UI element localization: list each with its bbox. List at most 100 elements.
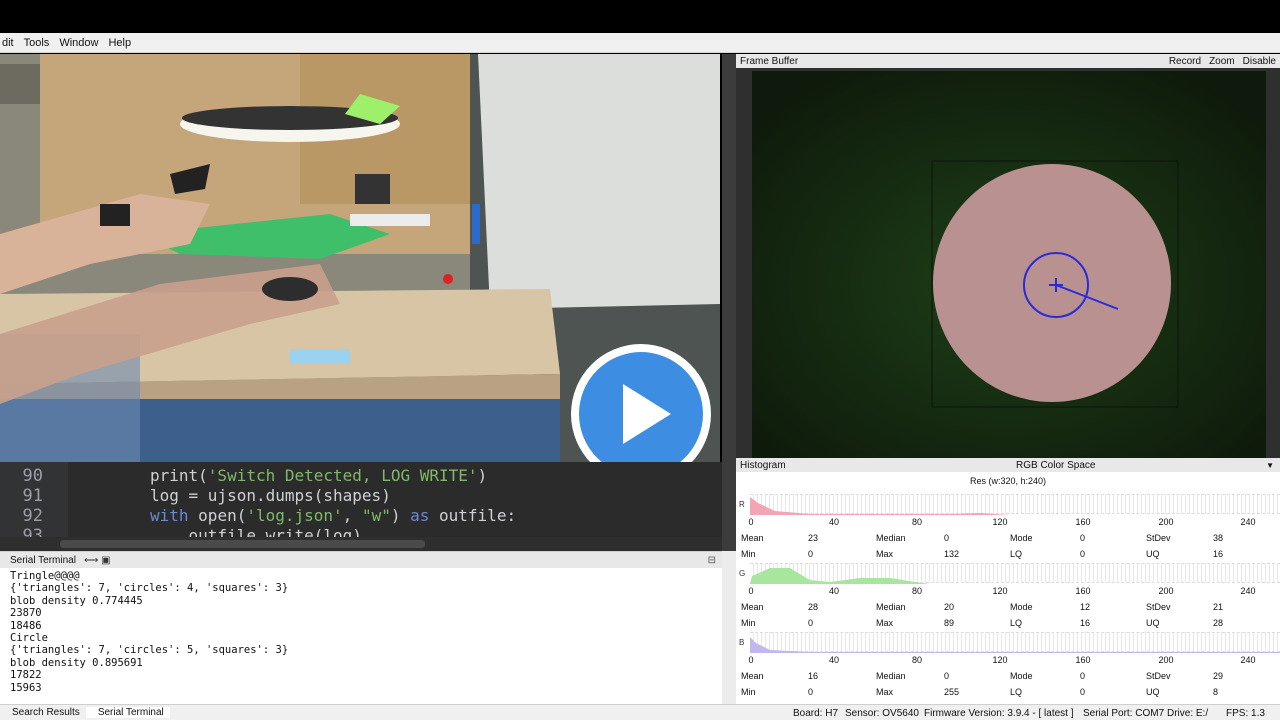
serial-terminal-header: Serial Terminal ⟷ ▣ ⊟: [0, 551, 722, 568]
stat-label-mean: Mean: [741, 533, 764, 543]
terminal-line: {'triangles': 7, 'circles': 4, 'squares'…: [10, 582, 289, 595]
stat-value-min: 0: [808, 687, 814, 697]
serial-terminal-output[interactable]: Tringle@@@@ {'triangles': 7, 'circles': 4…: [0, 568, 722, 704]
code-line: 90 print('Switch Detected, LOG WRITE'): [0, 466, 720, 486]
histogram-fill: [750, 497, 1010, 515]
stat-label-max: Max: [876, 549, 894, 559]
color-space-select[interactable]: RGB Color Space: [1016, 460, 1095, 471]
stat-value-median: 20: [944, 602, 955, 612]
histogram-stats-row: Mean 28 Median 20 Mode 12 StDev 21: [736, 602, 1280, 614]
record-button[interactable]: Record: [1165, 56, 1205, 67]
firmware-status[interactable]: Firmware Version: 3.9.4 - [ latest ]: [924, 705, 1074, 720]
tick-label: 240: [1240, 655, 1256, 665]
tick-label: 120: [992, 655, 1008, 665]
histogram-header: Histogram RGB Color Space ▼: [736, 458, 1280, 472]
histogram-stats-row: Mean 16 Median 0 Mode 0 StDev 29: [736, 671, 1280, 683]
tick-label: 200: [1158, 586, 1174, 596]
tab-search-results[interactable]: Search Results: [0, 707, 86, 718]
stat-value-lq: 0: [1080, 687, 1086, 697]
stat-value-mode: 0: [1080, 533, 1086, 543]
stat-value-max: 255: [944, 687, 960, 697]
tick-label: 160: [1075, 586, 1091, 596]
frame-buffer-view: [736, 68, 1280, 458]
histogram-curve: [750, 637, 1280, 653]
code-token: outfile:: [439, 506, 517, 525]
disable-button[interactable]: Disable: [1239, 56, 1280, 67]
stat-value-max: 132: [944, 549, 960, 559]
code-token: "w": [361, 506, 391, 525]
line-number: 91: [22, 486, 43, 506]
code-line: 92 with open('log.json', "w") as outfile:: [0, 506, 720, 526]
menu-window[interactable]: Window: [57, 37, 104, 49]
stat-label-min: Min: [741, 549, 756, 559]
stat-label-stdev: StDev: [1146, 533, 1171, 543]
code-token: 'log.json': [246, 506, 343, 525]
histogram-title: Histogram: [740, 459, 786, 471]
tick-label: 80: [911, 586, 923, 596]
stat-label-uq: UQ: [1146, 549, 1160, 559]
tick-label: 0: [748, 517, 754, 527]
tick-label: 200: [1158, 655, 1174, 665]
editor-horizontal-scrollbar[interactable]: [0, 537, 722, 551]
app-window: dit Tools Window Help 90 print('Switch D…: [0, 0, 1280, 720]
stat-label-median: Median: [876, 533, 906, 543]
resolution-label: Res (w:320, h:240): [969, 476, 1047, 486]
tick-label: 240: [1240, 517, 1256, 527]
stat-label-lq: LQ: [1010, 687, 1023, 697]
stat-value-uq: 8: [1213, 687, 1219, 697]
fps-status: FPS: 1.3: [1226, 707, 1265, 719]
histogram-stats-row: Min 0 Max 89 LQ 16 UQ 28: [736, 618, 1280, 630]
zoom-button[interactable]: Zoom: [1205, 56, 1239, 67]
frame-buffer-header: Frame Buffer Record Zoom Disable: [736, 54, 1280, 68]
histogram-plot: [750, 632, 1280, 653]
tick-label: 0: [748, 586, 754, 596]
drive-status: Drive: E:/: [1167, 707, 1209, 719]
stat-value-mean: 16: [808, 671, 819, 681]
stat-value-lq: 16: [1080, 618, 1091, 628]
scrollbar-thumb[interactable]: [60, 540, 425, 548]
frame-buffer-title: Frame Buffer: [740, 55, 799, 67]
chevron-down-icon[interactable]: ▼: [1266, 461, 1274, 470]
terminal-tool-icons[interactable]: ⟷ ▣: [84, 555, 111, 566]
stat-value-stdev: 38: [1213, 533, 1224, 543]
stat-label-max: Max: [876, 618, 894, 628]
histogram-stats-row: Min 0 Max 132 LQ 0 UQ 16: [736, 549, 1280, 561]
bottom-status-bar: Search Results Serial Terminal Board: H7…: [0, 704, 1280, 720]
stat-label-mean: Mean: [741, 602, 764, 612]
terminal-line: 23870: [10, 607, 42, 620]
menu-tools[interactable]: Tools: [22, 37, 56, 49]
code-text: with open('log.json', "w") as outfile:: [150, 506, 516, 525]
terminal-line: 18486: [10, 619, 42, 632]
terminal-line: Tringle@@@@: [10, 570, 80, 582]
stat-value-mode: 12: [1080, 602, 1091, 612]
code-token: open(: [198, 506, 247, 525]
histogram-panel: Res (w:320, h:240) R 0 40 80 120 160 200 240 Mea…: [736, 472, 1280, 704]
stat-label-lq: LQ: [1010, 618, 1023, 628]
channel-label: R: [739, 500, 745, 509]
histogram-plot: [750, 494, 1280, 515]
code-token: log = ujson.dumps(shapes): [150, 486, 391, 505]
stat-label-max: Max: [876, 687, 894, 697]
stat-label-uq: UQ: [1146, 687, 1160, 697]
code-token: ,: [342, 506, 362, 525]
editor-vertical-scrollbar[interactable]: [722, 54, 736, 551]
stat-label-median: Median: [876, 671, 906, 681]
terminal-scrollbar[interactable]: [722, 551, 736, 704]
code-token: print(: [150, 466, 208, 485]
stat-value-mean: 23: [808, 533, 819, 543]
menu-help[interactable]: Help: [106, 37, 137, 49]
camera-frame-image: [752, 71, 1266, 458]
tick-label: 120: [992, 586, 1008, 596]
serial-terminal-title: Serial Terminal: [10, 554, 76, 566]
tab-serial-terminal[interactable]: Serial Terminal: [85, 707, 170, 718]
sensor-status: Sensor: OV5640: [845, 707, 919, 719]
terminal-float-icon[interactable]: ⊟: [708, 555, 716, 566]
code-line: 91 log = ujson.dumps(shapes): [0, 486, 720, 506]
stat-value-uq: 16: [1213, 549, 1224, 559]
play-icon[interactable]: [567, 340, 715, 464]
video-overlay: [0, 54, 720, 464]
tick-label: 200: [1158, 517, 1174, 527]
tick-label: 40: [828, 655, 840, 665]
stat-value-stdev: 29: [1213, 671, 1224, 681]
menu-edit[interactable]: dit: [0, 37, 20, 49]
